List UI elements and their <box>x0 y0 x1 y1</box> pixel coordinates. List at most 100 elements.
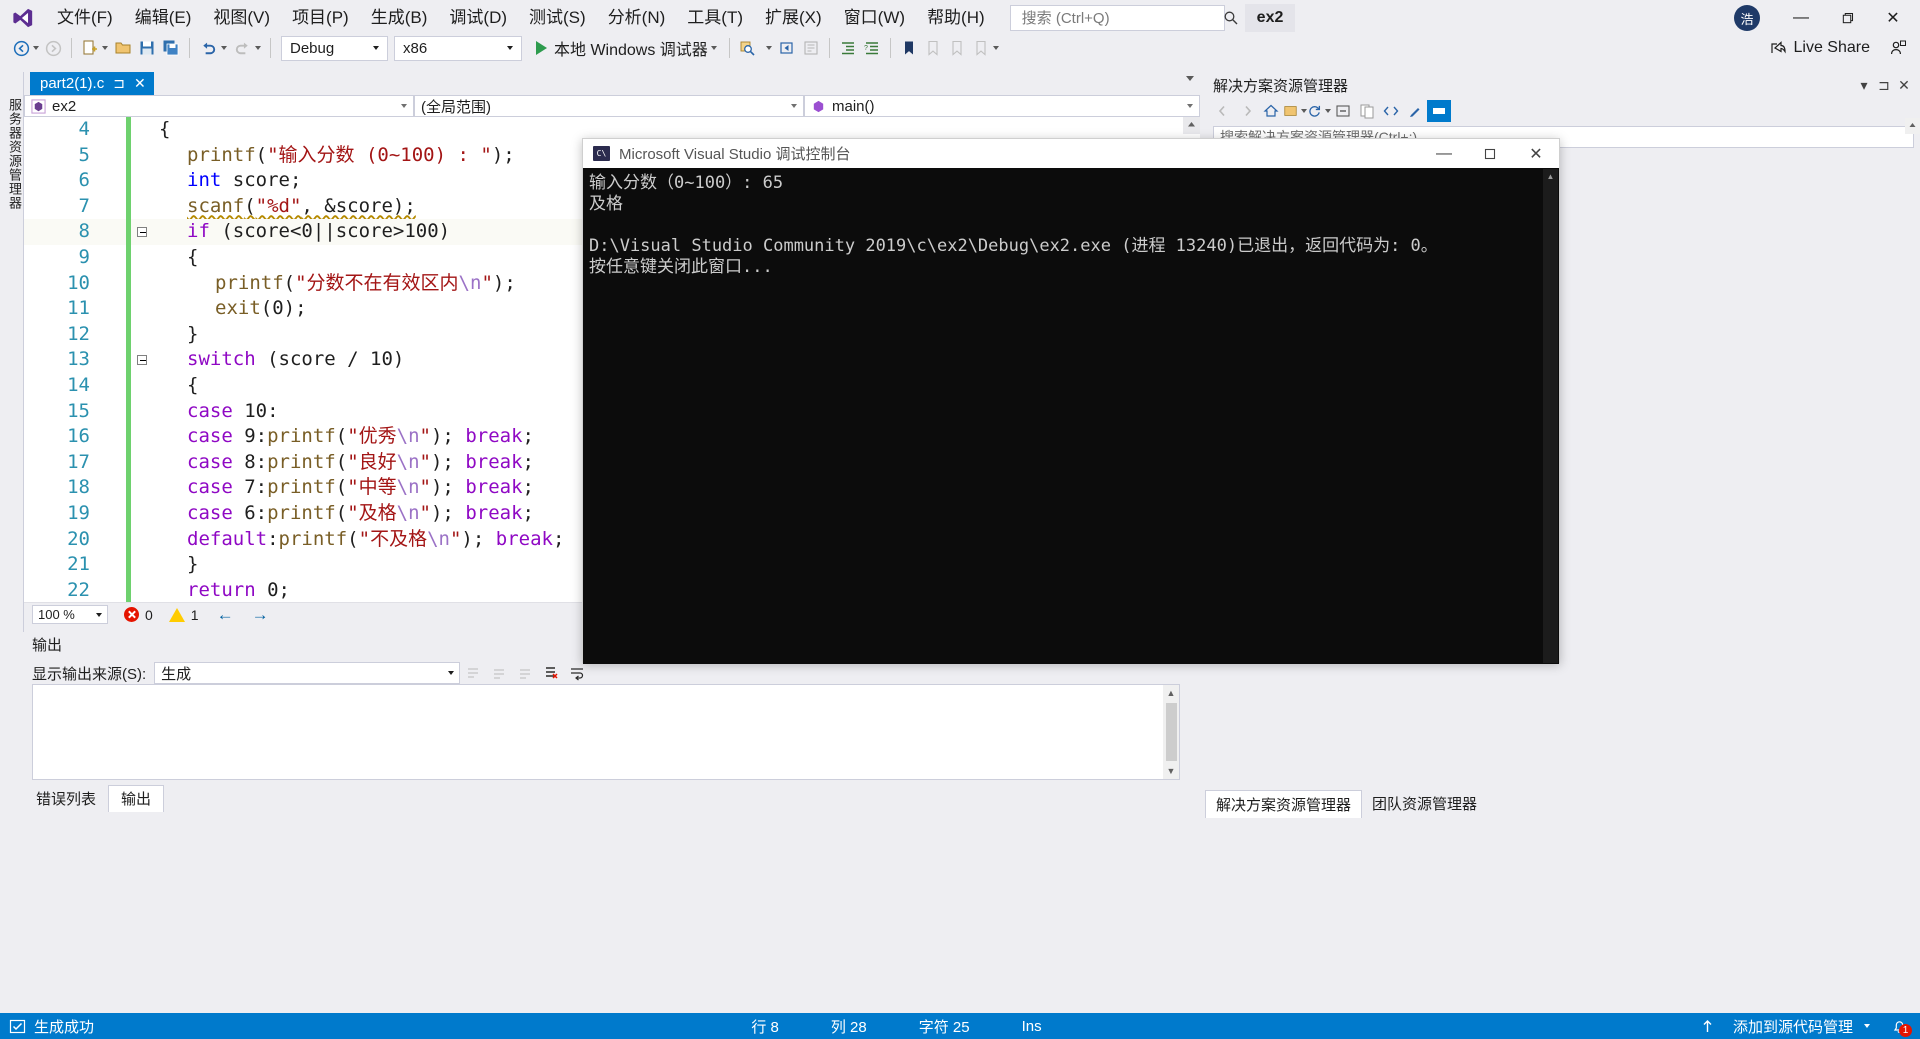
show-all-files-icon[interactable] <box>1355 100 1379 122</box>
start-debugging-button[interactable]: 本地 Windows 调试器 <box>530 34 723 62</box>
navigate-back-icon[interactable] <box>10 34 42 62</box>
code-text[interactable]: } <box>153 552 198 578</box>
menu-item-tools[interactable]: 工具(T) <box>676 0 754 36</box>
output-scroll-down-arrow[interactable]: ▼ <box>1163 763 1179 779</box>
menu-item-build[interactable]: 生成(B) <box>360 0 439 36</box>
output-source-combo[interactable]: 生成 <box>154 662 461 684</box>
menu-item-edit[interactable]: 编辑(E) <box>124 0 203 36</box>
tab-team-explorer[interactable]: 团队资源管理器 <box>1362 790 1487 818</box>
solution-configuration-combo[interactable]: Debug <box>281 35 388 61</box>
menu-item-debug[interactable]: 调试(D) <box>438 0 518 36</box>
code-text[interactable]: printf("输入分数 (0~100) : "); <box>153 143 515 169</box>
chevron-down-icon-2[interactable] <box>507 46 513 50</box>
close-icon-panel[interactable]: ✕ <box>1894 75 1914 95</box>
code-text[interactable]: printf("分数不在有效区内\n"); <box>153 271 516 297</box>
toggle-word-wrap-icon[interactable] <box>564 662 590 684</box>
collapse-all-icon[interactable] <box>1331 100 1355 122</box>
navbar-member-combo[interactable]: main() <box>804 95 1200 117</box>
code-text[interactable]: if (score<0||score>100) <box>153 219 450 245</box>
properties-window-icon[interactable] <box>1283 100 1307 122</box>
code-text[interactable]: case 7:printf("中等\n"); break; <box>153 475 534 501</box>
save-icon[interactable] <box>135 34 159 62</box>
home-icon-se[interactable] <box>1259 100 1283 122</box>
search-input[interactable] <box>1019 8 1223 28</box>
error-count-badge[interactable]: 0 <box>124 607 153 623</box>
server-explorer-vertical-tab[interactable]: 服务器资源管理器 <box>0 72 24 632</box>
code-text[interactable]: } <box>153 322 198 348</box>
find-icon[interactable] <box>736 34 760 62</box>
chevron-down-icon-zoom[interactable] <box>96 612 102 617</box>
console-minimize-button[interactable]: — <box>1421 139 1467 168</box>
code-text[interactable]: return 0; <box>153 578 290 602</box>
solution-platform-combo[interactable]: x86 <box>394 35 522 61</box>
zoom-level-combo[interactable]: 100 % <box>32 605 108 624</box>
navigate-next-issue-button[interactable]: → <box>252 605 269 625</box>
tab-overflow-caret[interactable] <box>1186 76 1194 81</box>
menu-item-help[interactable]: 帮助(H) <box>916 0 996 36</box>
code-text[interactable]: { <box>153 117 170 143</box>
console-scroll-up-arrow[interactable]: ▲ <box>1543 169 1558 184</box>
minimize-button[interactable]: — <box>1778 0 1824 36</box>
maximize-button[interactable] <box>1824 0 1870 36</box>
menu-item-extensions[interactable]: 扩展(X) <box>754 0 833 36</box>
output-scrollbar[interactable]: ▲ ▼ <box>1163 685 1179 779</box>
output-text-area[interactable]: ▲ ▼ <box>32 684 1180 780</box>
navbar-scope-combo[interactable]: (全局范围) <box>414 95 804 117</box>
live-share-button[interactable]: Live Share <box>1769 39 1920 57</box>
indent-icon[interactable] <box>836 34 860 62</box>
solution-explorer-scroll-up[interactable] <box>1905 118 1920 134</box>
preview-selected-items-icon[interactable] <box>1427 100 1451 122</box>
source-control-caret[interactable] <box>1864 1024 1870 1028</box>
menu-item-test[interactable]: 测试(S) <box>518 0 597 36</box>
editor-tab-part2c[interactable]: part2(1).c ⊐ ✕ <box>30 72 154 95</box>
bookmark-overflow-caret[interactable] <box>992 46 999 50</box>
chevron-down-icon[interactable] <box>373 46 379 50</box>
add-to-source-control-label[interactable]: 添加到源代码管理 <box>1725 1016 1861 1037</box>
chevron-down-icon-member[interactable] <box>1187 104 1193 108</box>
collapse-region-icon[interactable] <box>131 227 153 238</box>
code-text[interactable]: { <box>153 373 198 399</box>
code-text[interactable]: case 10: <box>153 399 279 425</box>
comment-icon[interactable] <box>799 34 823 62</box>
back-dropdown-caret[interactable] <box>33 46 39 50</box>
bottom-tab-output[interactable]: 输出 <box>108 785 165 812</box>
code-text[interactable]: switch (score / 10) <box>153 347 404 373</box>
bottom-tab-error-list[interactable]: 错误列表 <box>24 786 108 812</box>
code-text[interactable]: case 8:printf("良好\n"); break; <box>153 450 534 476</box>
new-item-icon[interactable] <box>78 34 111 62</box>
bookmark-icon[interactable] <box>897 34 921 62</box>
undo-caret[interactable] <box>221 46 227 50</box>
chevron-down-icon-output[interactable] <box>448 671 455 675</box>
debug-target-caret[interactable] <box>710 46 717 50</box>
refresh-icon-se[interactable] <box>1307 100 1331 122</box>
navigate-previous-issue-button[interactable]: ← <box>217 605 234 625</box>
back-icon-se[interactable] <box>1211 100 1235 122</box>
open-file-icon[interactable] <box>111 34 135 62</box>
console-title-bar[interactable]: C\ Microsoft Visual Studio 调试控制台 — ✕ <box>583 139 1559 168</box>
console-close-button[interactable]: ✕ <box>1513 139 1559 168</box>
quick-launch-search[interactable] <box>1009 5 1238 31</box>
forward-icon-se[interactable] <box>1235 100 1259 122</box>
step-into-icon[interactable] <box>775 34 799 62</box>
tab-solution-explorer[interactable]: 解决方案资源管理器 <box>1205 790 1363 818</box>
new-item-caret[interactable] <box>102 46 108 50</box>
undo-icon[interactable] <box>196 34 230 62</box>
save-all-icon[interactable] <box>159 34 183 62</box>
code-text[interactable]: exit(0); <box>153 296 307 322</box>
console-maximize-button[interactable] <box>1467 139 1513 168</box>
console-scrollbar[interactable]: ▲ <box>1543 169 1558 663</box>
menu-item-file[interactable]: 文件(F) <box>46 0 124 36</box>
code-text[interactable]: scanf("%d", &score); <box>153 194 416 220</box>
find-dropdown-icon[interactable] <box>760 34 775 62</box>
menu-item-analyze[interactable]: 分析(N) <box>597 0 677 36</box>
chevron-down-icon-scope[interactable] <box>791 104 797 108</box>
pin-icon-panel[interactable]: ⊐ <box>1874 75 1894 95</box>
menu-item-window[interactable]: 窗口(W) <box>833 0 916 36</box>
output-scroll-up-arrow[interactable]: ▲ <box>1163 685 1179 701</box>
menu-item-project[interactable]: 项目(P) <box>281 0 360 36</box>
warning-count-badge[interactable]: 1 <box>168 607 199 623</box>
code-text[interactable]: { <box>153 245 198 271</box>
menu-item-view[interactable]: 视图(V) <box>202 0 281 36</box>
output-scroll-thumb[interactable] <box>1166 703 1177 761</box>
code-text[interactable]: case 6:printf("及格\n"); break; <box>153 501 534 527</box>
